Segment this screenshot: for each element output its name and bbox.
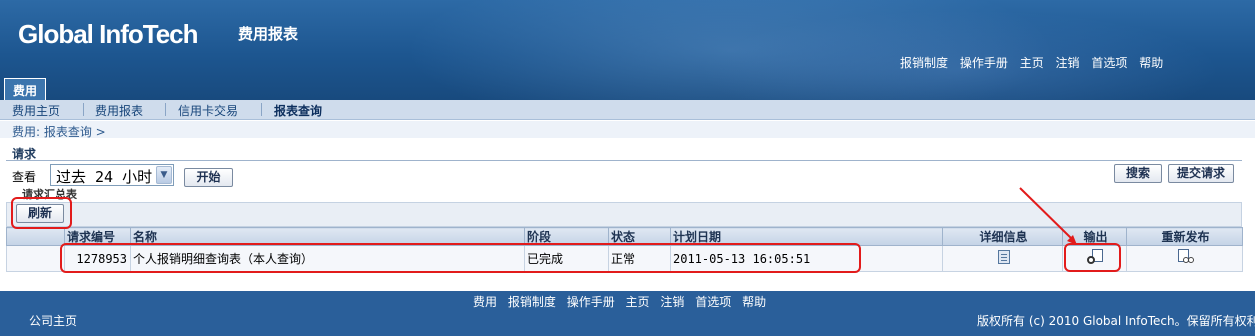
section-divider [6,160,1242,161]
subnav-item-expense-home[interactable]: 费用主页 [12,102,60,119]
global-link-help[interactable]: 帮助 [1139,56,1163,70]
subnav-item-expense-reports[interactable]: 费用报表 [95,102,143,119]
view-label: 查看 [12,170,37,184]
footer: 费用 报销制度 操作手册 主页 注销 首选项 帮助 公司主页 版权所有 (c) … [0,291,1255,336]
details-icon[interactable] [997,250,1010,264]
go-button[interactable]: 开始 [184,168,233,187]
subnav-item-report-query[interactable]: 报表查询 [274,102,322,119]
annotation-row-highlight [60,243,861,273]
global-links: 报销制度 操作手册 主页 注销 首选项 帮助 [900,54,1171,71]
global-link-home[interactable]: 主页 [1020,56,1044,70]
footer-link-preferences[interactable]: 首选项 [695,295,731,309]
search-button[interactable]: 搜索 [1114,164,1162,183]
annotation-arrow-icon [1019,187,1077,245]
subnav-item-credit-card[interactable]: 信用卡交易 [178,102,238,119]
footer-link-expenses[interactable]: 费用 [473,295,497,309]
global-link-preferences[interactable]: 首选项 [1091,56,1127,70]
footer-link-manual[interactable]: 操作手册 [567,295,615,309]
breadcrumb: 费用: 报表查询 > [0,121,1255,140]
copyright: 版权所有 (c) 2010 Global InfoTech。保留所有权利。 [977,314,1255,328]
submit-request-button[interactable]: 提交请求 [1168,164,1234,183]
company-home-link[interactable]: 公司主页 [29,312,77,329]
view-select[interactable]: 过去 24 小时 ▼ [50,164,174,186]
global-link-manual[interactable]: 操作手册 [960,56,1008,70]
header-banner: Global InfoTech 费用报表 报销制度 操作手册 主页 注销 首选项… [0,0,1255,100]
footer-links: 费用 报销制度 操作手册 主页 注销 首选项 帮助 [473,293,773,310]
republish-icon[interactable] [1177,249,1195,265]
chevron-down-icon[interactable]: ▼ [156,166,172,184]
footer-link-logout[interactable]: 注销 [660,295,684,309]
page-heading: 费用报表 [238,25,299,43]
footer-link-help[interactable]: 帮助 [742,295,766,309]
global-link-policy[interactable]: 报销制度 [900,56,948,70]
global-link-logout[interactable]: 注销 [1056,56,1080,70]
cell-republish [1126,245,1243,272]
view-select-value: 过去 24 小时 [56,168,153,186]
footer-link-policy[interactable]: 报销制度 [508,295,556,309]
annotation-refresh-highlight [11,197,72,229]
col-blank [6,227,65,246]
col-republish: 重新发布 [1126,227,1243,246]
footer-link-home[interactable]: 主页 [626,295,650,309]
breadcrumb-link[interactable]: 费用: 报表查询 > [12,123,106,140]
brand-logo: Global InfoTech [18,19,199,49]
row-select-cell [6,245,65,272]
subnav: 费用主页 费用报表 信用卡交易 报表查询 [0,100,1255,120]
tab-expenses[interactable]: 费用 [4,78,46,100]
